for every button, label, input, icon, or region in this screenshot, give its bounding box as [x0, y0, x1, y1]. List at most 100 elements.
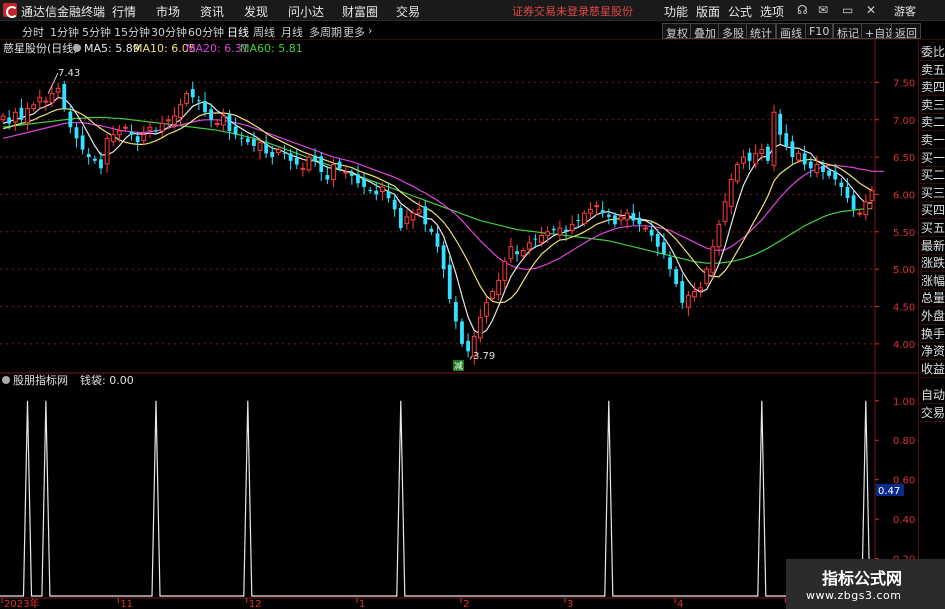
candle-up — [104, 137, 110, 165]
trade-login-notice[interactable]: 证券交易未登录 — [512, 3, 589, 19]
side-item-4[interactable]: 卖二 — [920, 113, 945, 132]
indicator-settings-icon[interactable] — [2, 376, 10, 384]
menu-hangqing[interactable]: 行情 — [112, 3, 136, 20]
chevron-right-icon[interactable]: › — [368, 24, 372, 37]
period-monthly[interactable]: 月线 — [281, 24, 303, 40]
watermark-url: www.zbgs3.com — [806, 589, 902, 602]
menu-gongneng[interactable]: 功能 — [664, 3, 688, 20]
multi-stock-button[interactable]: 多股 — [718, 23, 748, 40]
candle-down — [435, 233, 440, 247]
side-item-8[interactable]: 买三 — [920, 184, 945, 202]
menu-wenxiaoda[interactable]: 问小达 — [288, 3, 324, 20]
period-daily[interactable]: 日线 — [227, 24, 249, 40]
candle-up — [692, 291, 697, 298]
settings-dot-icon[interactable] — [73, 44, 81, 52]
side-item-1[interactable]: 卖五 — [920, 61, 945, 79]
side-item-17[interactable]: 净资 — [920, 342, 945, 361]
candle-down — [245, 138, 250, 143]
mark-button[interactable]: 标记 — [833, 23, 863, 40]
f10-button[interactable]: F10 — [805, 23, 834, 39]
candle-down — [252, 139, 256, 146]
chart-area[interactable]: 7.50 7.00 6.50 6.00 5.50 5.00 4.50 4.00 1.00 0.80… — [0, 40, 945, 609]
menu-caifuquan[interactable]: 财富圈 — [342, 3, 378, 20]
period-more[interactable]: 更多 — [343, 24, 365, 40]
candle-up — [569, 223, 575, 231]
stats-button[interactable]: 统计 — [746, 23, 776, 40]
side-item-14[interactable]: 总量 — [920, 289, 945, 308]
candle-up — [49, 93, 55, 104]
candle-down — [600, 210, 605, 214]
side-item-16[interactable]: 换手 — [920, 325, 945, 343]
menu-faxian[interactable]: 发现 — [244, 3, 268, 20]
menu-shichang[interactable]: 市场 — [156, 3, 180, 20]
period-toolbar: 分时 1分钟 5分钟 15分钟 30分钟 60分钟 日线 周线 月线 多周期 更… — [0, 22, 945, 40]
candle-up — [31, 104, 37, 110]
candle-down — [833, 171, 838, 180]
side-item-18[interactable]: 收益 — [920, 360, 945, 378]
period-multi[interactable]: 多周期 — [309, 24, 342, 40]
period-30min[interactable]: 30分钟 — [151, 24, 187, 40]
candle-down — [386, 191, 391, 199]
period-weekly[interactable]: 周线 — [253, 24, 275, 40]
candle-up — [380, 186, 385, 192]
candle-down — [662, 242, 666, 255]
y-tick-label: 4.00 — [893, 340, 915, 351]
side-item-7[interactable]: 买二 — [920, 166, 945, 185]
candle-up — [300, 167, 306, 170]
minimize-icon[interactable]: ▭ — [842, 3, 853, 17]
candle-down — [7, 117, 12, 124]
low-arrow — [469, 355, 473, 360]
candle-down — [154, 130, 158, 132]
side-item-6[interactable]: 买一 — [920, 149, 945, 167]
candle-up — [141, 134, 147, 142]
side-item-13[interactable]: 涨幅 — [920, 272, 945, 290]
back-button[interactable]: 返回 — [891, 23, 921, 40]
menu-zixun[interactable]: 资讯 — [200, 3, 224, 20]
side-item-10[interactable]: 买五 — [920, 219, 945, 237]
side-item-12[interactable]: 涨跌 — [920, 254, 945, 273]
candle-down — [325, 175, 330, 180]
fuquan-button[interactable]: 复权 — [662, 23, 692, 40]
side-item-3[interactable]: 卖三 — [920, 96, 945, 114]
side-item-5[interactable]: 卖一 — [920, 131, 945, 149]
menu-xuanxiang[interactable]: 选项 — [760, 3, 784, 20]
candle-down — [533, 238, 538, 240]
menu-jiaoyi[interactable]: 交易 — [396, 3, 420, 20]
menu-gongshi[interactable]: 公式 — [728, 3, 752, 20]
candle-up — [759, 149, 765, 154]
period-5min[interactable]: 5分钟 — [82, 24, 111, 40]
ind-y-tick-label: 0.80 — [893, 436, 915, 447]
candle-down — [613, 215, 617, 225]
close-icon[interactable]: ✕ — [866, 3, 876, 17]
candle-up — [698, 287, 704, 291]
candle-up — [12, 111, 18, 123]
mail-icon[interactable]: ✉ — [818, 3, 828, 17]
candle-down — [447, 264, 452, 300]
side-item-11[interactable]: 最新 — [920, 237, 945, 255]
headset-icon[interactable]: ☊ — [797, 3, 808, 17]
period-15min[interactable]: 15分钟 — [114, 24, 150, 40]
candle-up — [722, 201, 728, 222]
side-item-19[interactable]: 自动 — [920, 386, 945, 404]
candle-up — [771, 111, 777, 166]
side-item-0[interactable]: 委比 — [920, 43, 945, 61]
candle-down — [747, 152, 752, 161]
candle-down — [429, 228, 434, 232]
candle-down — [649, 229, 654, 236]
overlay-button[interactable]: 叠加 — [690, 23, 720, 40]
side-item-2[interactable]: 卖四 — [920, 78, 945, 97]
period-1min[interactable]: 1分钟 — [50, 24, 79, 40]
candlestick-series[interactable] — [0, 80, 875, 365]
side-item-9[interactable]: 买四 — [920, 201, 945, 220]
candle-up — [484, 302, 489, 317]
draw-line-button[interactable]: 画线 — [776, 23, 806, 40]
candle-down — [99, 159, 103, 169]
guest-user[interactable]: 游客 — [894, 3, 916, 19]
side-item-15[interactable]: 外盘 — [920, 307, 945, 325]
side-item-20[interactable]: 交易 — [920, 404, 945, 422]
candle-down — [362, 178, 366, 187]
period-fenshi[interactable]: 分时 — [22, 24, 44, 40]
x-tick-label: 4 — [677, 599, 683, 609]
period-60min[interactable]: 60分钟 — [188, 24, 224, 40]
menu-banmian[interactable]: 版面 — [696, 3, 720, 20]
